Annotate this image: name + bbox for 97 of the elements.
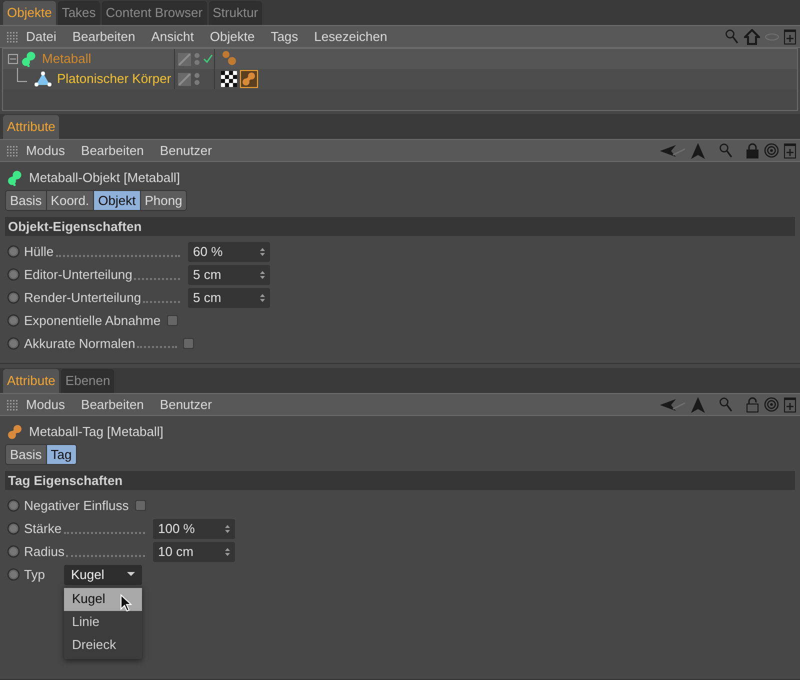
grip-icon[interactable] [6, 30, 18, 42]
search-icon[interactable] [719, 142, 733, 158]
attribute-title: Metaball-Objekt [Metaball] [29, 169, 180, 188]
check-icon[interactable] [203, 54, 213, 64]
panel-tab[interactable]: Struktur [208, 1, 262, 25]
parameter-label: Akkurate Normalen [24, 334, 136, 353]
spinner-arrows-icon[interactable] [225, 546, 230, 556]
menu-item[interactable]: Bearbeiten [81, 140, 144, 160]
parameter-label: Typ [24, 566, 46, 584]
mouse-cursor-icon [120, 594, 132, 612]
spinner-arrows-icon[interactable] [260, 292, 265, 302]
new-panel-icon[interactable] [784, 396, 796, 412]
dropdown[interactable]: Kugel [64, 564, 142, 584]
menu-item[interactable]: Benutzer [160, 140, 212, 160]
spinner-arrows-icon[interactable] [225, 524, 230, 534]
number-field[interactable]: 10 cm [153, 542, 235, 562]
search-icon[interactable] [725, 28, 739, 44]
grip-icon[interactable] [6, 398, 18, 410]
menu-item[interactable]: Modus [26, 394, 66, 414]
caret-icon [127, 572, 135, 577]
menu-item[interactable]: Tags [270, 26, 298, 46]
dropdown-option[interactable]: Kugel [64, 588, 142, 610]
back-arrow-icon[interactable] [660, 398, 686, 412]
menu-item[interactable]: Bearbeiten [81, 394, 144, 414]
menu-item[interactable]: Modus [26, 140, 66, 160]
panel-tab[interactable]: Objekte [3, 1, 56, 25]
dropdown-option[interactable]: Linie [64, 610, 142, 634]
keyframe-circle-icon[interactable] [7, 314, 20, 327]
metaball-tag-icon [7, 424, 23, 440]
visibility-dots-icon[interactable] [194, 52, 200, 66]
property-tab[interactable]: Objekt [94, 191, 141, 210]
property-tab[interactable]: Basis [6, 191, 47, 210]
panel-tab[interactable]: Ebenen [61, 369, 114, 393]
object-name[interactable]: Metaball [42, 49, 92, 69]
property-tab[interactable]: Tag [46, 445, 76, 464]
home-icon[interactable] [744, 28, 760, 44]
keyframe-circle-icon[interactable] [7, 522, 20, 535]
keyframe-circle-icon[interactable] [7, 337, 20, 350]
triangle-object-icon [34, 71, 52, 87]
tree-line [17, 68, 27, 82]
menu-item[interactable]: Objekte [210, 26, 255, 46]
keyframe-circle-icon[interactable] [7, 291, 20, 304]
checkbox[interactable] [166, 315, 178, 326]
menu-item[interactable]: Datei [26, 26, 56, 46]
metaball-icon [21, 51, 37, 67]
parameter-label: Hülle [24, 242, 54, 261]
keyframe-circle-icon[interactable] [7, 545, 20, 558]
layer-icon[interactable] [178, 52, 191, 66]
parameter-label: Render-Unterteilung [24, 288, 142, 307]
up-arrow-icon[interactable] [691, 396, 705, 412]
lock-icon[interactable] [746, 142, 759, 158]
panel-tab[interactable]: Attribute [3, 369, 60, 393]
object-name[interactable]: Platonischer Körper [57, 69, 172, 89]
metaball-tag-icon[interactable] [240, 70, 258, 88]
parameter-label: Editor-Unterteilung [24, 266, 132, 284]
panel-tab[interactable]: Attribute [3, 115, 60, 139]
number-field[interactable]: 60 % [188, 242, 270, 262]
collapse-icon[interactable] [8, 54, 18, 64]
section-header: Tag Eigenschaften [5, 471, 795, 490]
panel-tab[interactable]: Takes [58, 1, 100, 25]
number-field[interactable]: 100 % [153, 518, 235, 538]
spinner-arrows-icon[interactable] [260, 270, 265, 280]
keyframe-circle-icon[interactable] [7, 499, 20, 512]
metaball-icon [7, 170, 23, 186]
menu-item[interactable]: Lesezeichen [314, 26, 388, 46]
parameter-label: Exponentielle Abnahme [24, 312, 161, 330]
spinner-arrows-icon[interactable] [260, 246, 265, 256]
property-tab[interactable]: Phong [140, 191, 186, 210]
number-field[interactable]: 5 cm [188, 264, 270, 284]
section-header: Objekt-Eigenschaften [5, 217, 795, 236]
visibility-dots-icon[interactable] [194, 72, 200, 86]
menu-item[interactable]: Ansicht [151, 26, 194, 46]
checkbox[interactable] [183, 338, 194, 349]
menu-item[interactable]: Benutzer [160, 394, 212, 414]
new-panel-icon[interactable] [784, 28, 796, 44]
menu-item[interactable]: Bearbeiten [72, 26, 136, 46]
search-icon[interactable] [719, 396, 733, 412]
keyframe-circle-icon[interactable] [7, 268, 20, 281]
checkbox[interactable] [134, 500, 146, 511]
panel-tab[interactable]: Content Browser [102, 1, 207, 25]
new-panel-icon[interactable] [784, 142, 796, 158]
attribute-title: Metaball-Tag [Metaball] [29, 423, 164, 442]
number-field[interactable]: 5 cm [188, 288, 270, 308]
parameter-label: Stärke [24, 520, 62, 538]
up-arrow-icon[interactable] [691, 142, 705, 158]
back-arrow-icon[interactable] [660, 144, 686, 158]
parameter-label: Negativer Einfluss [24, 496, 129, 515]
target-icon[interactable] [764, 143, 779, 158]
layer-icon[interactable] [178, 72, 191, 86]
dropdown-option[interactable]: Dreieck [64, 634, 142, 656]
keyframe-circle-icon[interactable] [7, 568, 20, 581]
target-icon[interactable] [764, 397, 779, 412]
parameter-label: Radius [24, 542, 64, 561]
unlocked-lock-icon[interactable] [746, 396, 759, 412]
grip-icon[interactable] [6, 144, 18, 156]
checker-tag-icon[interactable] [221, 71, 237, 87]
keyframe-circle-icon[interactable] [7, 245, 20, 258]
